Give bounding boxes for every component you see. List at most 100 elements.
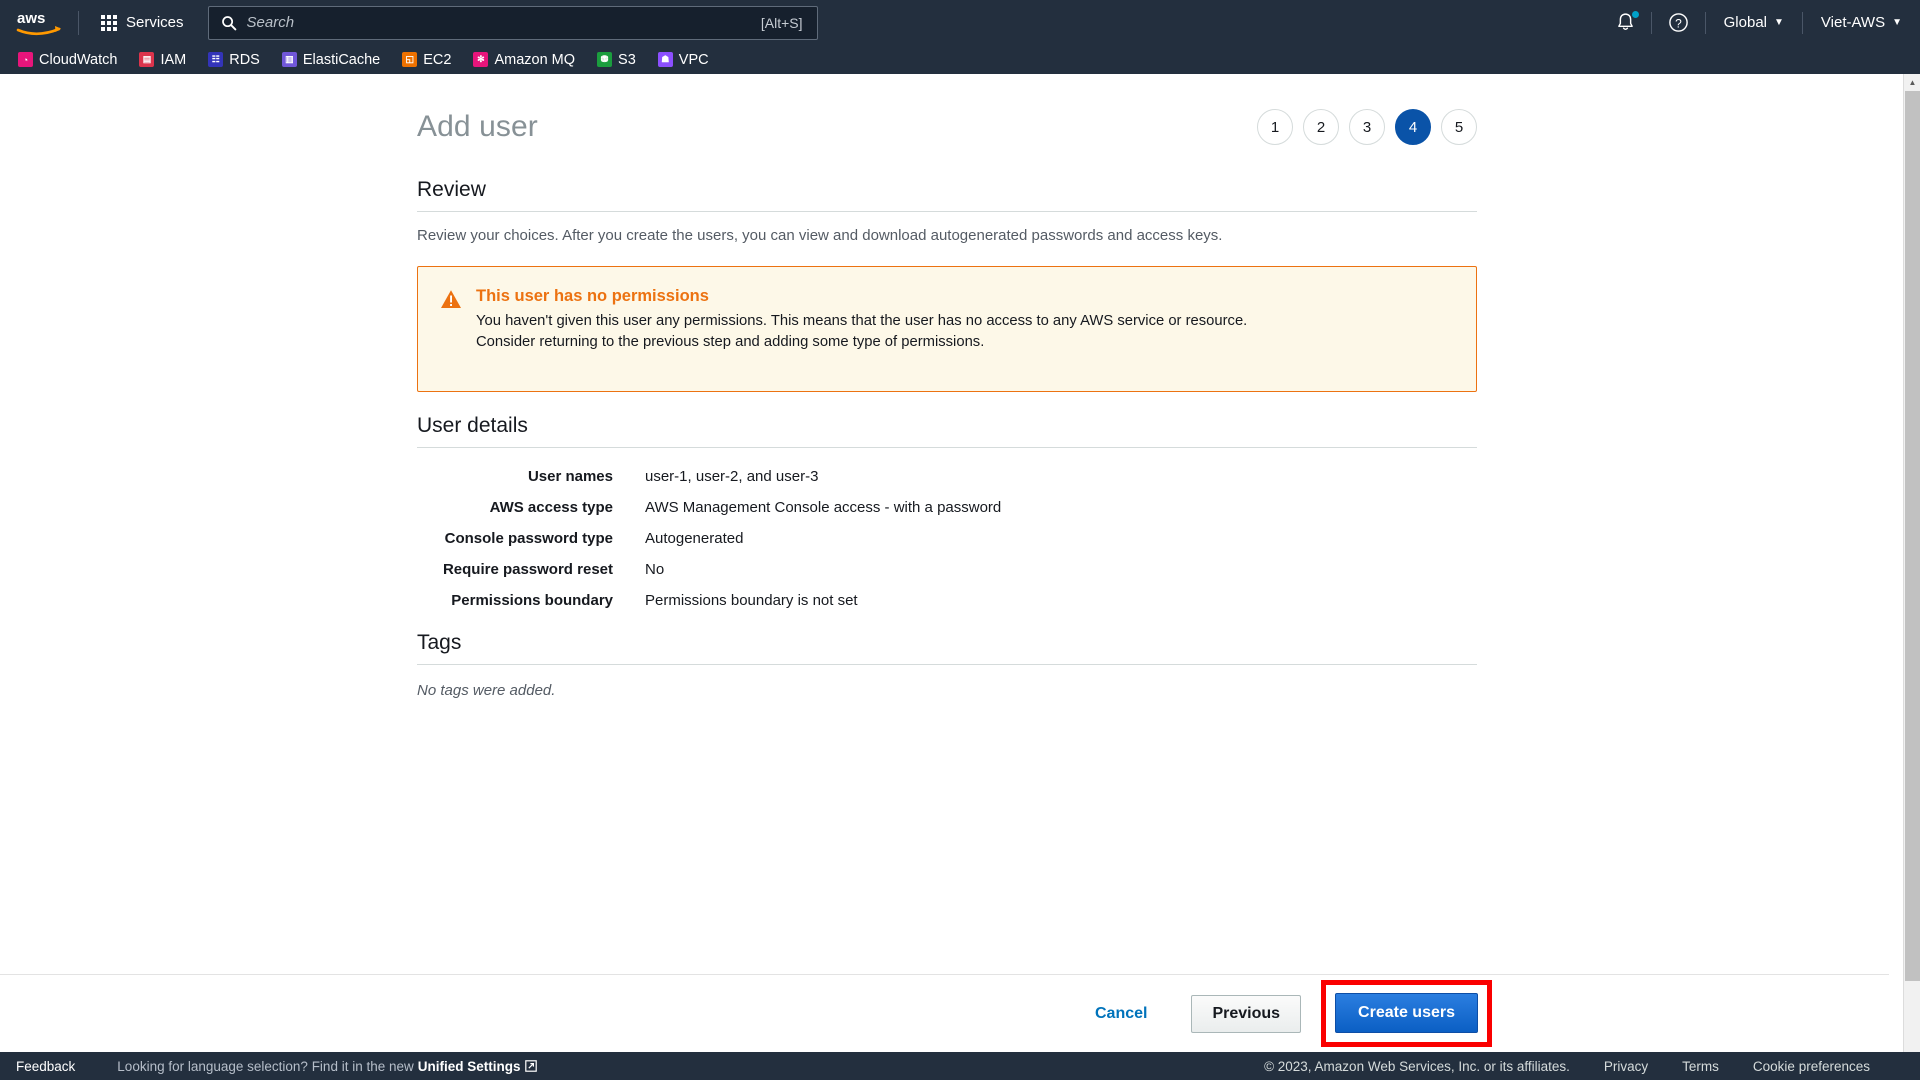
search-shortcut-hint: [Alt+S]	[760, 14, 803, 31]
global-search-box[interactable]: [Alt+S]	[207, 5, 818, 40]
svg-text:aws: aws	[17, 10, 45, 27]
warning-text-block: This user has no permissions You haven't…	[476, 287, 1271, 365]
favorite-service-label: CloudWatch	[39, 51, 118, 68]
ec2-icon: ◱	[402, 52, 418, 67]
user-details-heading: User details	[417, 414, 1477, 448]
user-detail-row: AWS access type AWS Management Console ac…	[417, 499, 1477, 516]
wizard-step-5[interactable]: 5	[1441, 109, 1477, 145]
help-button[interactable]: ?	[1652, 0, 1705, 45]
favorite-service-vpc[interactable]: ☗ VPC	[657, 51, 709, 68]
rds-icon: ☷	[208, 52, 224, 67]
wizard-step-2[interactable]: 2	[1303, 109, 1339, 145]
warning-title: This user has no permissions	[476, 287, 709, 305]
review-description: Review your choices. After you create th…	[417, 227, 1223, 244]
terms-link[interactable]: Terms	[1682, 1059, 1719, 1074]
favorite-service-iam[interactable]: ▤ IAM	[139, 52, 186, 68]
nav-divider	[78, 10, 79, 35]
top-navigation-bar: aws Services [Alt+S]	[0, 0, 1920, 45]
favorites-bar: ◔ CloudWatch ▤ IAM ☷ RDS ▥ ElastiCache ◱ EC2 ✻ Amaz…	[0, 45, 1920, 74]
create-users-highlight-box: Create users	[1321, 980, 1492, 1047]
no-permissions-warning-alert: This user has no permissions You haven't…	[417, 266, 1477, 392]
favorite-service-label: ElastiCache	[302, 51, 381, 68]
warning-triangle-icon	[441, 290, 461, 308]
help-question-icon: ?	[1668, 13, 1688, 32]
user-detail-label: Permissions boundary	[451, 592, 613, 609]
wizard-step-number: 1	[1270, 118, 1280, 136]
favorite-service-label: S3	[618, 51, 636, 68]
user-detail-value: Permissions boundary is not set	[645, 592, 858, 609]
user-detail-label: Console password type	[444, 530, 613, 547]
previous-button[interactable]: Previous	[1191, 994, 1302, 1033]
user-detail-row: User names user-1, user-2, and user-3	[417, 468, 1477, 485]
search-input[interactable]	[246, 14, 761, 31]
region-selector[interactable]: Global ▼	[1706, 0, 1802, 45]
favorite-service-label: IAM	[160, 51, 187, 68]
cloudwatch-icon: ◔	[18, 52, 33, 67]
wizard-step-number: 5	[1454, 118, 1464, 136]
user-detail-value: Autogenerated	[645, 530, 744, 547]
scrollbar-up-arrow[interactable]: ▲	[1904, 74, 1920, 91]
favorite-service-label: EC2	[423, 51, 452, 68]
cookie-preferences-link[interactable]: Cookie preferences	[1753, 1059, 1870, 1074]
scroll-up-icon: ▲	[1908, 77, 1917, 87]
aws-logo[interactable]: aws	[14, 7, 66, 39]
wizard-step-indicator: 1 2 3 4 5	[1257, 109, 1477, 145]
favorite-service-label: VPC	[678, 51, 709, 68]
content-container: Add user 1 2 3 4 5 Review Review your choice…	[417, 74, 1477, 699]
cancel-button[interactable]: Cancel	[1073, 997, 1169, 1031]
services-menu-button[interactable]: Services	[89, 7, 196, 38]
user-detail-row: Require password reset No	[417, 561, 1477, 578]
wizard-step-3[interactable]: 3	[1349, 109, 1385, 145]
svg-text:?: ?	[1675, 16, 1682, 30]
page-body: Add user 1 2 3 4 5 Review Review your choice…	[0, 74, 1903, 1052]
warning-body: You haven't given this user any permissi…	[476, 313, 1248, 350]
user-detail-label: Require password reset	[442, 561, 613, 578]
user-detail-row: Permissions boundary Permissions boundary…	[417, 592, 1477, 609]
language-note-prefix: Looking for language selection? Find it …	[117, 1058, 414, 1074]
privacy-link[interactable]: Privacy	[1604, 1059, 1648, 1074]
footer-right-links: © 2023, Amazon Web Services, Inc. or its…	[1264, 1059, 1870, 1074]
wizard-step-1[interactable]: 1	[1257, 109, 1293, 145]
chevron-down-icon: ▼	[1774, 16, 1784, 28]
favorite-service-elasticache[interactable]: ▥ ElastiCache	[281, 51, 381, 68]
region-label: Global	[1723, 14, 1767, 31]
review-section-heading: Review	[417, 178, 1477, 212]
favorite-service-label: Amazon MQ	[494, 51, 576, 68]
bottom-footer-bar: Feedback Looking for language selection?…	[0, 1052, 1920, 1080]
wizard-step-number: 3	[1362, 118, 1372, 136]
user-detail-label: AWS access type	[489, 499, 613, 516]
copyright-text: © 2023, Amazon Web Services, Inc. or its…	[1264, 1058, 1570, 1074]
grid-menu-icon	[101, 14, 117, 31]
wizard-step-number: 4	[1408, 118, 1418, 136]
wizard-step-4-active[interactable]: 4	[1395, 109, 1431, 145]
s3-icon: ⛃	[597, 52, 613, 67]
page-header-row: Add user 1 2 3 4 5	[417, 98, 1477, 156]
tags-empty-message: No tags were added.	[417, 682, 556, 699]
unified-settings-link[interactable]: Unified Settings	[418, 1059, 521, 1074]
favorite-service-cloudwatch[interactable]: ◔ CloudWatch	[18, 52, 117, 68]
favorite-service-s3[interactable]: ⛃ S3	[597, 52, 636, 68]
tags-heading: Tags	[417, 631, 1477, 665]
favorite-service-rds[interactable]: ☷ RDS	[208, 52, 260, 68]
services-menu-label: Services	[126, 14, 184, 31]
user-detail-row: Console password type Autogenerated	[417, 530, 1477, 547]
user-detail-value: No	[645, 561, 665, 578]
favorite-service-amazon-mq[interactable]: ✻ Amazon MQ	[473, 52, 575, 68]
language-settings-note[interactable]: Looking for language selection? Find it …	[117, 1058, 537, 1074]
vpc-icon: ☗	[657, 52, 673, 67]
iam-icon: ▤	[139, 52, 155, 67]
user-details-list: User names user-1, user-2, and user-3 AWS …	[417, 468, 1477, 609]
account-label: Viet-AWS	[1820, 14, 1886, 31]
favorite-service-ec2[interactable]: ◱ EC2	[402, 52, 451, 68]
external-link-icon	[524, 1060, 537, 1072]
chevron-down-icon: ▼	[1892, 16, 1902, 28]
account-menu[interactable]: Viet-AWS ▼	[1803, 0, 1920, 45]
user-detail-value: AWS Management Console access - with a p…	[645, 499, 1002, 516]
vertical-scrollbar[interactable]: ▲ ▼	[1903, 74, 1920, 1080]
scrollbar-thumb[interactable]	[1905, 91, 1920, 981]
notification-dot-badge	[1631, 11, 1639, 18]
create-users-button[interactable]: Create users	[1335, 993, 1478, 1033]
wizard-step-number: 2	[1316, 118, 1326, 136]
notifications-button[interactable]	[1600, 0, 1651, 45]
feedback-link[interactable]: Feedback	[16, 1059, 75, 1074]
